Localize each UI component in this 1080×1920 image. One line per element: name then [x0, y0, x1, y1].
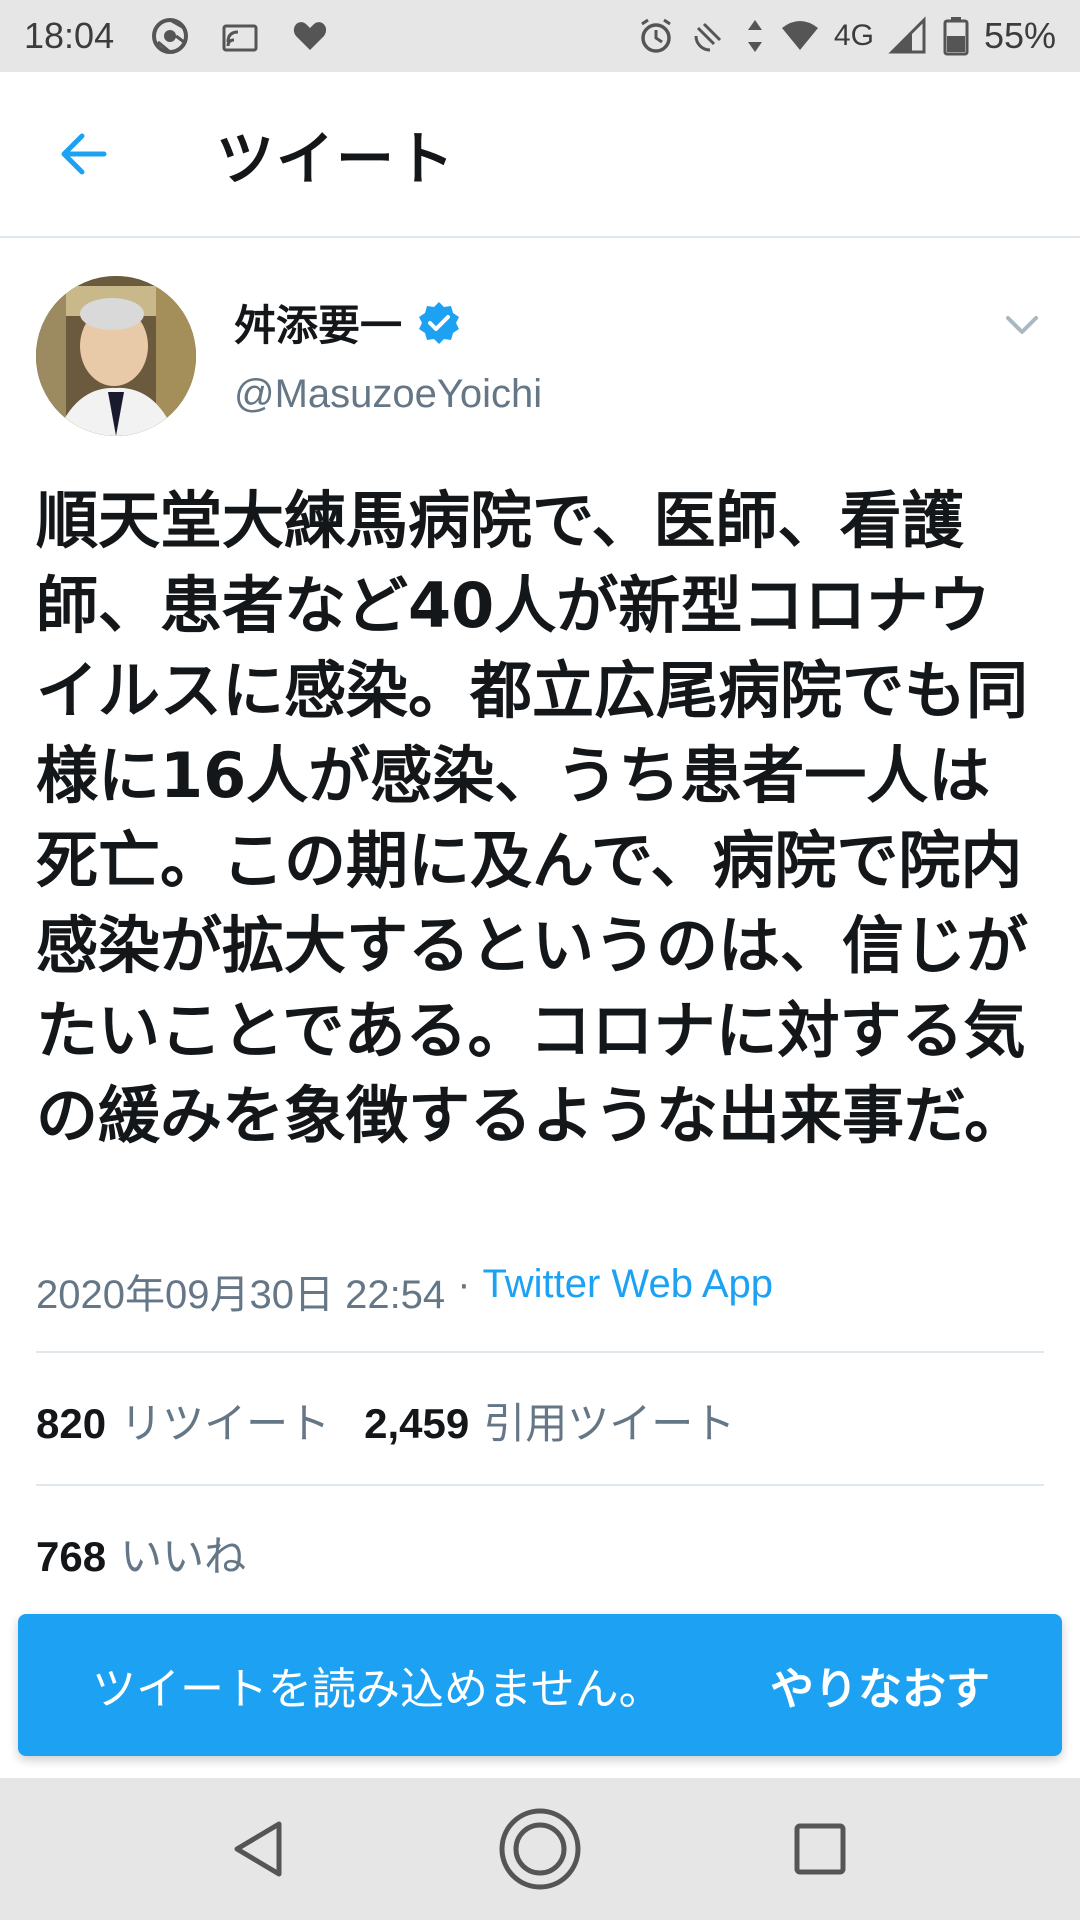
triangle-back-icon [234, 1821, 282, 1877]
wifi-icon [780, 16, 820, 56]
author-name[interactable]: 舛添要一 [234, 292, 402, 353]
divider [36, 1484, 1044, 1486]
heart-icon [290, 16, 330, 56]
likes-label: いいね [120, 1532, 247, 1581]
battery-percent: 55% [983, 15, 1056, 56]
author-name-row: 舛添要一 [234, 292, 462, 353]
meta-separator: · [457, 1262, 471, 1306]
nav-recents-button[interactable] [775, 1804, 865, 1894]
likes-stat[interactable]: 768 いいね [36, 1523, 246, 1584]
app-bar: ツイート [0, 72, 1080, 238]
author-handle[interactable]: @MasuzoeYoichi [234, 372, 542, 417]
nfc-icon [690, 16, 730, 56]
avatar-image [36, 276, 196, 436]
tweet-source-link[interactable]: Twitter Web App [483, 1262, 774, 1320]
quotes-label: 引用ツイート [483, 1399, 736, 1448]
tweet-timestamp[interactable]: 2020年09月30日 22:54 [36, 1262, 445, 1320]
verified-badge-icon [419, 301, 460, 344]
status-bar: 18:04 4G 55% [0, 0, 1080, 72]
retweets-label: リツイート [120, 1399, 331, 1448]
tweet-text: 順天堂大練馬病院で、医師、看護師、患者など40人が新型コロナウイルスに感染。都立… [36, 484, 1029, 1152]
back-button[interactable] [44, 114, 124, 194]
retweets-count: 820 [36, 1400, 107, 1447]
quotes-stat[interactable]: 2,459 引用ツイート [364, 1390, 735, 1451]
avatar[interactable] [36, 276, 196, 436]
tweet-header: 舛添要一 @MasuzoeYoichi [36, 276, 1046, 436]
divider [36, 1351, 1044, 1353]
nav-back-button[interactable] [215, 1804, 305, 1894]
data-arrows-icon [744, 16, 766, 56]
retry-button[interactable]: やりなおす [770, 1653, 990, 1717]
arrow-left-icon [61, 133, 107, 175]
tweet-meta: 2020年09月30日 22:54 · Twitter Web App [36, 1262, 773, 1320]
chevron-down-icon[interactable] [998, 300, 1046, 348]
network-type: 4G [833, 19, 874, 52]
system-nav-bar [0, 1778, 1080, 1920]
chrome-icon [150, 16, 190, 56]
quotes-count: 2,459 [364, 1400, 470, 1447]
alarm-icon [636, 16, 676, 56]
error-snackbar: ツイートを読み込めません。 やりなおす [18, 1614, 1062, 1756]
status-time: 18:04 [24, 15, 115, 56]
signal-icon [888, 16, 928, 56]
page-title: ツイート [216, 125, 457, 193]
square-recents-icon [794, 1823, 846, 1875]
snackbar-message: ツイートを読み込めません。 [92, 1664, 663, 1715]
status-system-icons: 4G 55% [636, 15, 1056, 57]
engagement-stats: 820 リツイート 2,459 引用ツイート [36, 1390, 735, 1451]
battery-icon [942, 16, 970, 56]
home-circle-icon [499, 1808, 581, 1890]
status-notification-icons [150, 16, 330, 56]
likes-count: 768 [36, 1533, 107, 1580]
nav-home-button[interactable] [495, 1804, 585, 1894]
cast-icon [220, 16, 260, 56]
retweets-stat[interactable]: 820 リツイート [36, 1390, 330, 1451]
